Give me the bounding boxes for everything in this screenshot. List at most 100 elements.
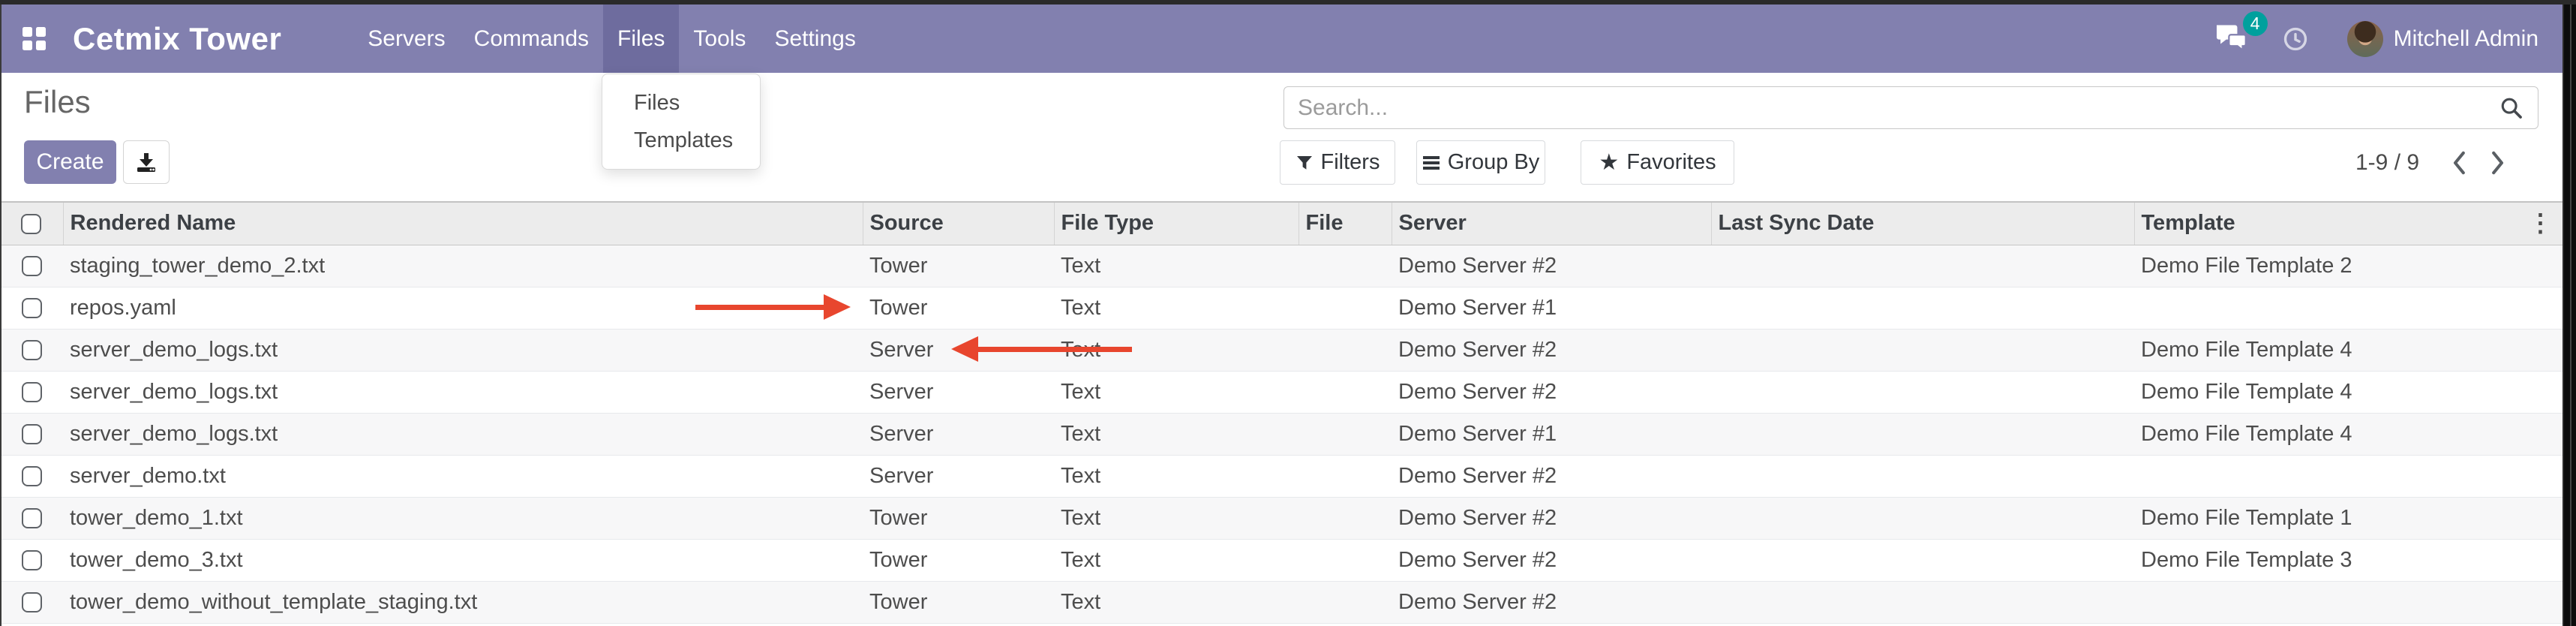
row-checkbox[interactable] (22, 424, 42, 444)
favorites-button[interactable]: ★ Favorites (1581, 140, 1734, 185)
column-header-file[interactable]: File (1299, 202, 1392, 245)
cell-file-type: Text (1054, 581, 1299, 623)
cell-source: Server (863, 329, 1054, 371)
activities-button[interactable] (2283, 26, 2308, 52)
row-checkbox[interactable] (22, 550, 42, 570)
cell-source: Tower (863, 497, 1054, 539)
select-all-checkbox-cell (0, 202, 63, 245)
row-checkbox[interactable] (22, 340, 42, 360)
user-menu[interactable]: Mitchell Admin (2394, 26, 2538, 52)
table-header-row: Rendered Name Source File Type File Serv… (0, 202, 2562, 245)
table-row[interactable]: server_demo.txt Server Text Demo Server … (0, 455, 2562, 497)
row-checkbox[interactable] (22, 256, 42, 276)
cell-source: Tower (863, 245, 1054, 287)
table-row[interactable]: server_demo_logs.txt Server Text Demo Se… (0, 413, 2562, 455)
optional-columns-toggle-icon[interactable]: ⋮ (2528, 209, 2553, 236)
nav-item-settings[interactable]: Settings (760, 5, 869, 73)
user-avatar[interactable] (2347, 21, 2383, 57)
table-row[interactable]: server_demo_logs.txt Server Text Demo Se… (0, 329, 2562, 371)
cell-rendered-name: repos.yaml (63, 287, 863, 329)
row-checkbox-cell (0, 539, 63, 581)
download-icon (134, 150, 158, 174)
cell-file (1299, 455, 1392, 497)
window-left-edge (0, 0, 2, 626)
select-all-checkbox[interactable] (21, 214, 41, 234)
cell-template: Demo File Template 1 (2134, 497, 2518, 539)
cell-file-type: Text (1054, 413, 1299, 455)
cell-rendered-name: tower_demo_without_template_staging.txt (63, 581, 863, 623)
column-header-last-sync-date[interactable]: Last Sync Date (1711, 202, 2134, 245)
cell-rendered-name: tower_demo_1.txt (63, 497, 863, 539)
files-menu-item-files[interactable]: Files (602, 84, 760, 122)
nav-item-commands[interactable]: Commands (460, 5, 603, 73)
cell-last-sync-date (1711, 455, 2134, 497)
window-top-edge (0, 0, 2576, 5)
table-row[interactable]: tower_demo_without_template_staging.txt … (0, 581, 2562, 623)
export-button[interactable] (123, 140, 170, 184)
group-by-button[interactable]: Group By (1416, 140, 1545, 185)
cell-file-type: Text (1054, 329, 1299, 371)
cell-server: Demo Server #2 (1392, 329, 1711, 371)
row-checkbox[interactable] (22, 508, 42, 528)
row-checkbox[interactable] (22, 592, 42, 612)
cell-options (2518, 287, 2562, 329)
cell-rendered-name: tower_demo_3.txt (63, 539, 863, 581)
cell-server: Demo Server #1 (1392, 287, 1711, 329)
nav-item-servers[interactable]: Servers (353, 5, 459, 73)
table-row[interactable]: tower_demo_1.txt Tower Text Demo Server … (0, 497, 2562, 539)
filters-button[interactable]: Filters (1280, 140, 1395, 185)
main-navbar: Cetmix Tower ServersCommandsFilesToolsSe… (0, 5, 2562, 73)
files-menu-item-templates[interactable]: Templates (602, 122, 760, 159)
cell-template (2134, 581, 2518, 623)
column-header-file-type[interactable]: File Type (1054, 202, 1299, 245)
cell-file (1299, 413, 1392, 455)
cell-options (2518, 497, 2562, 539)
cell-file (1299, 287, 1392, 329)
table-row[interactable]: server_demo_logs.txt Server Text Demo Se… (0, 371, 2562, 413)
filter-funnel-icon (1296, 154, 1314, 172)
row-checkbox[interactable] (22, 466, 42, 486)
pager-previous-button[interactable] (2451, 149, 2469, 176)
search-box (1283, 86, 2538, 129)
cell-options (2518, 581, 2562, 623)
pager-next-button[interactable] (2488, 149, 2506, 176)
group-by-bars-icon (1422, 155, 1440, 171)
row-checkbox-cell (0, 413, 63, 455)
apps-grid-icon[interactable] (23, 27, 46, 50)
nav-menu: ServersCommandsFilesToolsSettings (353, 5, 870, 73)
cell-server: Demo Server #2 (1392, 497, 1711, 539)
row-checkbox-cell (0, 329, 63, 371)
column-header-source[interactable]: Source (863, 202, 1054, 245)
cell-rendered-name: server_demo.txt (63, 455, 863, 497)
cell-last-sync-date (1711, 413, 2134, 455)
row-checkbox[interactable] (22, 298, 42, 318)
cell-rendered-name: server_demo_logs.txt (63, 413, 863, 455)
cell-template: Demo File Template 3 (2134, 539, 2518, 581)
table-row[interactable]: staging_tower_demo_2.txt Tower Text Demo… (0, 245, 2562, 287)
search-input[interactable] (1284, 95, 2499, 121)
create-button[interactable]: Create (24, 140, 116, 184)
column-header-server[interactable]: Server (1392, 202, 1711, 245)
cell-last-sync-date (1711, 329, 2134, 371)
cell-file (1299, 539, 1392, 581)
cell-rendered-name: server_demo_logs.txt (63, 329, 863, 371)
nav-item-tools[interactable]: Tools (679, 5, 760, 73)
messages-button[interactable]: 4 (2215, 22, 2248, 56)
column-header-rendered-name[interactable]: Rendered Name (63, 202, 863, 245)
table-row[interactable]: repos.yaml Tower Text Demo Server #1 (0, 287, 2562, 329)
search-icon[interactable] (2499, 95, 2524, 121)
cell-rendered-name: server_demo_logs.txt (63, 371, 863, 413)
cell-options (2518, 539, 2562, 581)
row-checkbox-cell (0, 287, 63, 329)
app-brand-title[interactable]: Cetmix Tower (73, 21, 281, 57)
column-header-template[interactable]: Template (2134, 202, 2518, 245)
clock-icon (2283, 26, 2308, 52)
star-icon: ★ (1599, 152, 1619, 174)
files-dropdown-menu: FilesTemplates (602, 74, 761, 170)
cell-server: Demo Server #2 (1392, 455, 1711, 497)
nav-item-files[interactable]: Files (603, 5, 679, 73)
row-checkbox-cell (0, 581, 63, 623)
row-checkbox[interactable] (22, 382, 42, 402)
cell-server: Demo Server #2 (1392, 245, 1711, 287)
table-row[interactable]: tower_demo_3.txt Tower Text Demo Server … (0, 539, 2562, 581)
